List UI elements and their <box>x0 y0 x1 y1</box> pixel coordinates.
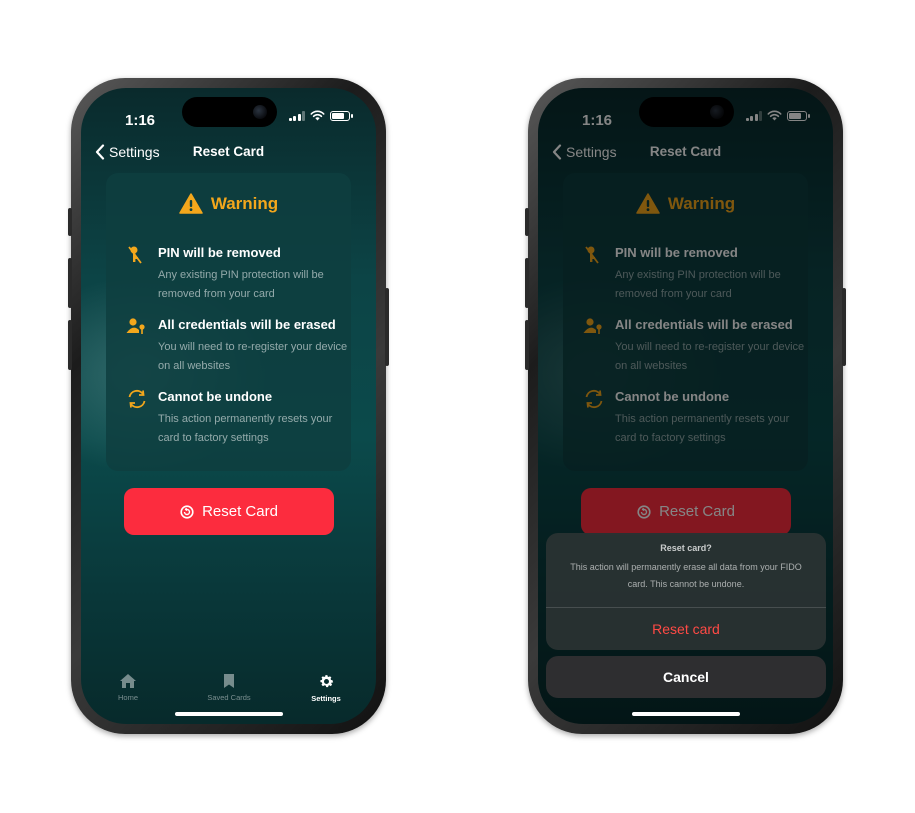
nav-bar: Settings Reset Card <box>81 144 376 164</box>
reset-card-button[interactable]: Reset Card <box>124 488 334 535</box>
warning-card: Warning PIN will be removed Any existing… <box>106 173 351 471</box>
page-title: Reset Card <box>192 144 265 159</box>
signal-icon <box>288 110 305 121</box>
reset-icon <box>180 504 194 519</box>
warning-item-desc: You will need to re-register your device… <box>158 341 348 372</box>
gear-icon <box>319 675 333 688</box>
wifi-icon <box>310 110 325 121</box>
cancel-button[interactable]: Cancel <box>546 656 826 698</box>
tab-saved-cards[interactable]: Saved Cards <box>189 673 269 702</box>
side-button <box>385 288 389 366</box>
side-button <box>525 320 529 370</box>
warning-item-desc: Any existing PIN protection will be remo… <box>158 269 324 300</box>
side-button <box>68 208 72 236</box>
reset-card-label: Reset Card <box>202 503 278 520</box>
warning-item-title: PIN will be removed <box>158 245 281 260</box>
side-button <box>525 258 529 308</box>
side-button <box>68 258 72 308</box>
action-sheet-message: This action will permanently erase all d… <box>570 562 802 589</box>
camera-icon <box>253 105 267 119</box>
status-time: 1:16 <box>125 112 156 129</box>
side-button <box>525 208 529 236</box>
tab-home-label: Home <box>117 693 138 702</box>
warning-item-desc: This action permanently resets your card… <box>158 413 333 444</box>
tab-bar: Home Saved Cards Settings <box>81 673 376 705</box>
tab-settings-label: Settings <box>311 694 341 703</box>
side-button <box>842 288 846 366</box>
bookmark-icon <box>224 674 234 688</box>
side-button <box>68 320 72 370</box>
action-sheet-title: Reset card? <box>660 543 712 553</box>
action-sheet: Reset card? This action will permanently… <box>546 533 826 650</box>
warning-item-title: Cannot be undone <box>158 389 273 404</box>
warning-header: Warning <box>106 193 351 214</box>
warning-item-title: All credentials will be erased <box>158 317 336 332</box>
refresh-icon <box>128 389 146 409</box>
tab-home[interactable]: Home <box>88 673 168 702</box>
tab-saved-cards-label: Saved Cards <box>207 693 251 702</box>
battery-icon <box>330 110 353 121</box>
phone-frame-left: 1:16 Settings Reset Card Warning PIN wil… <box>68 78 389 734</box>
confirm-reset-button[interactable]: Reset card <box>546 608 826 650</box>
screen-reset-card: 1:16 Settings Reset Card Warning PIN wil… <box>81 88 376 724</box>
status-icons <box>288 110 353 121</box>
home-indicator <box>175 712 283 716</box>
home-icon <box>120 674 136 688</box>
phone-frame-right: 1:16 Settings Reset Card Warning PIN wil… <box>525 78 846 734</box>
tab-settings[interactable]: Settings <box>286 673 366 703</box>
warning-title: Warning <box>210 193 279 213</box>
screen-reset-confirm: 1:16 Settings Reset Card Warning PIN wil… <box>538 88 833 724</box>
key-off-icon <box>128 246 142 264</box>
user-key-icon <box>126 318 145 334</box>
home-indicator <box>632 712 740 716</box>
dynamic-island <box>182 97 277 127</box>
warning-triangle-icon <box>179 193 203 214</box>
